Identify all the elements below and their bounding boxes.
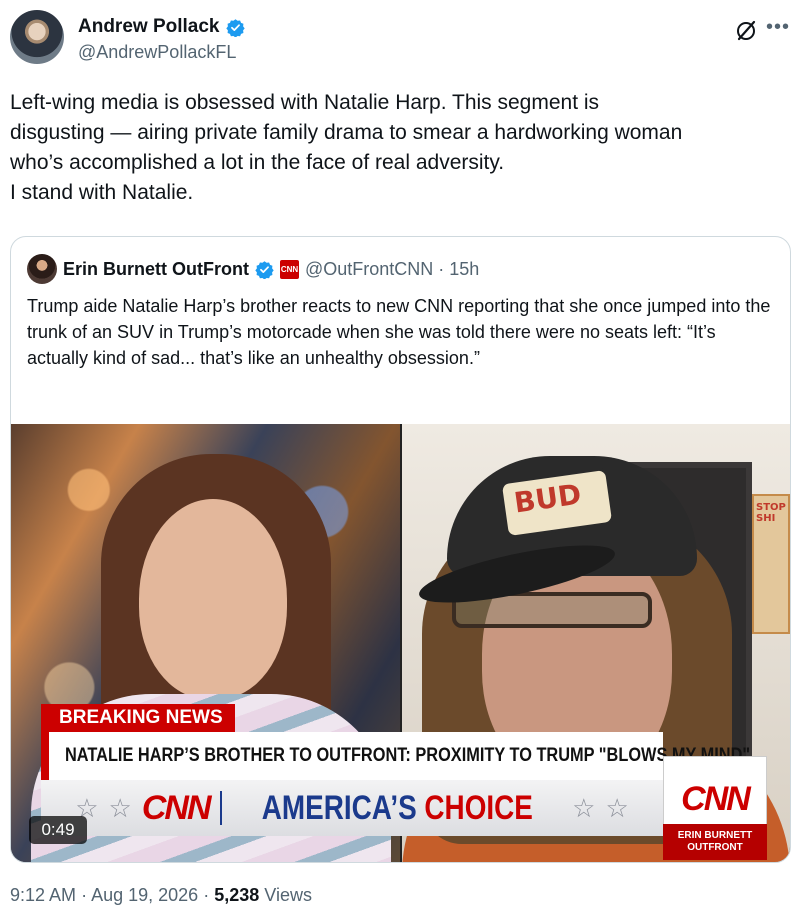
more-options-icon[interactable]: ••• bbox=[766, 17, 790, 37]
quoted-author-name[interactable]: Erin Burnett OutFront bbox=[63, 259, 249, 280]
chyron-headline: NATALIE HARP’S BROTHER TO OUTFRONT: PROX… bbox=[65, 745, 751, 766]
tweet-text: Left-wing media is obsessed with Natalie… bbox=[10, 88, 790, 208]
cnn-logo: CNN bbox=[141, 788, 212, 827]
anchor-face bbox=[139, 499, 287, 699]
cnn-affiliate-badge: CNN bbox=[279, 259, 299, 279]
meta-separator: · bbox=[203, 885, 210, 905]
tweet-line: disgusting — airing private family drama… bbox=[10, 121, 683, 144]
chyron-headline-bar: NATALIE HARP’S BROTHER TO OUTFRONT: PROX… bbox=[41, 732, 750, 780]
verified-badge-icon bbox=[225, 18, 245, 37]
breaking-news-label: BREAKING NEWS bbox=[41, 704, 235, 732]
tweet-line: who’s accomplished a lot in the face of … bbox=[10, 151, 505, 174]
quoted-tweet[interactable]: Erin Burnett OutFront CNN @OutFrontCNN ·… bbox=[10, 236, 791, 863]
show-name-badge: ERIN BURNETT OUTFRONT bbox=[663, 824, 767, 860]
grok-icon[interactable] bbox=[734, 19, 758, 43]
banner-text-americas: AMERICA’S bbox=[261, 788, 417, 827]
verified-badge-icon bbox=[255, 260, 274, 279]
quoted-avatar[interactable] bbox=[27, 254, 57, 284]
poster-text: STOP SHI bbox=[756, 502, 786, 524]
author-name-row: Andrew Pollack bbox=[78, 16, 245, 38]
quoted-text: Trump aide Natalie Harp’s brother reacts… bbox=[27, 296, 771, 368]
star-icon: ☆ bbox=[108, 792, 132, 823]
star-icon: ☆ bbox=[572, 792, 596, 823]
banner-divider bbox=[219, 791, 222, 825]
banner-text: AMERICA’S CHOICE bbox=[261, 789, 532, 828]
tweet-time[interactable]: 9:12 AM bbox=[10, 885, 76, 905]
author-handle[interactable]: @AndrewPollackFL bbox=[78, 42, 236, 63]
views-label: Views bbox=[264, 885, 312, 905]
cnn-logo: CNN bbox=[681, 779, 751, 818]
video-player[interactable]: STOP SHI BUD BREAKING NEWS NATALIE HARP’… bbox=[11, 424, 790, 862]
tweet-line: I stand with Natalie. bbox=[10, 181, 194, 204]
americas-choice-banner: ☆ ☆ CNN AMERICA’S CHOICE ☆ ☆ bbox=[41, 780, 663, 836]
tweet-meta: 9:12 AM · Aug 19, 2026 · 5,238 Views bbox=[10, 885, 312, 906]
tweet-line: Left-wing media is obsessed with Natalie… bbox=[10, 91, 600, 114]
star-icon: ☆ bbox=[605, 792, 629, 823]
banner-text-choice: CHOICE bbox=[423, 788, 533, 827]
quoted-header: Erin Burnett OutFront CNN @OutFrontCNN ·… bbox=[27, 253, 479, 285]
views-count: 5,238 bbox=[214, 885, 260, 905]
tweet-header: Andrew Pollack @AndrewPollackFL ••• bbox=[10, 10, 790, 66]
author-name[interactable]: Andrew Pollack bbox=[78, 16, 220, 38]
author-avatar[interactable] bbox=[10, 10, 64, 64]
tweet-date[interactable]: Aug 19, 2026 bbox=[91, 885, 198, 905]
quoted-handle-time[interactable]: @OutFrontCNN · 15h bbox=[305, 259, 479, 280]
meta-separator: · bbox=[81, 885, 88, 905]
video-duration: 0:49 bbox=[29, 816, 87, 844]
